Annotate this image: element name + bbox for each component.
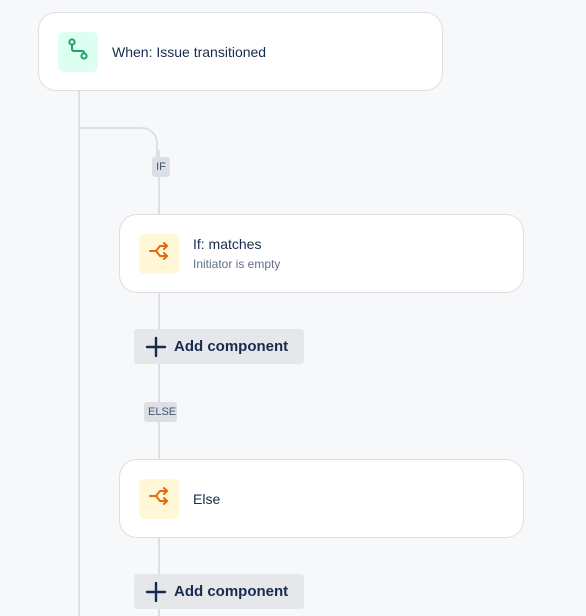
condition-subtitle: Initiator is empty [193,257,281,271]
else-lozenge: ELSE [144,402,177,422]
condition-icon-box [139,233,179,274]
if-lozenge: IF [152,157,170,177]
branch-connector-line-2 [158,292,160,460]
add-component-label-2: Add component [174,583,289,600]
condition-card[interactable]: If: matches Initiator is empty [119,214,524,293]
condition-branch-icon [148,240,170,267]
main-connector-line [78,90,80,616]
trigger-icon-box [58,31,98,72]
plus-icon [144,335,168,359]
rule-canvas: When: Issue transitioned IF If: matches … [0,0,586,616]
trigger-card[interactable]: When: Issue transitioned [38,12,443,91]
add-component-label: Add component [174,338,289,355]
else-card[interactable]: Else [119,459,524,538]
else-title: Else [193,490,221,507]
branch-route-icon [67,38,89,65]
plus-icon [144,580,168,604]
add-component-button-2[interactable]: Add component [134,574,304,609]
trigger-title: When: Issue transitioned [112,43,267,60]
condition-title: If: matches [193,236,262,252]
else-icon-box [139,478,179,519]
condition-branch-icon [148,485,170,512]
branch-connector-curve [80,127,158,157]
add-component-button[interactable]: Add component [134,329,304,364]
